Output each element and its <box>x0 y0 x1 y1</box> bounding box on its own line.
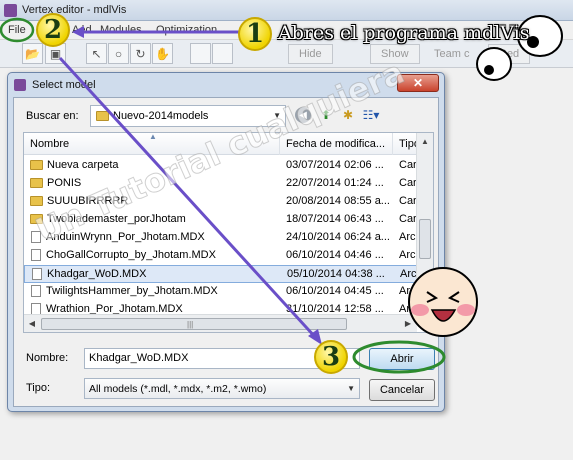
chevron-down-icon: ▼ <box>347 384 355 393</box>
file-list-row[interactable]: Khadgar_WoD.MDX 05/10/2014 04:38 ... Archi <box>24 265 424 283</box>
file-name-cell: TwilightsHammer_by_Jhotam.MDX <box>30 285 276 298</box>
file-name-text: Nueva carpeta <box>47 159 119 171</box>
open-button[interactable]: Abrir <box>369 348 435 370</box>
dialog-app-icon <box>14 79 26 91</box>
hand-pan-icon[interactable]: ✋ <box>152 43 173 64</box>
app-title-bar: Vertex editor - mdlVis <box>0 0 573 21</box>
folder-icon <box>30 196 43 207</box>
cancel-button[interactable]: Cancelar <box>369 379 435 401</box>
folder-icon <box>30 160 43 171</box>
dialog-title: Select model <box>32 79 96 91</box>
scroll-up-icon[interactable]: ▲ <box>417 133 433 150</box>
file-list-row[interactable]: ChoGallCorrupto_by_Jhotam.MDX 06/10/2014 … <box>24 247 423 265</box>
file-date-cell: 20/08/2014 08:55 a... <box>286 195 390 207</box>
file-name-text: PONIS <box>47 177 82 189</box>
horizontal-scroll-thumb[interactable]: ||| <box>41 318 347 330</box>
menu-edit[interactable]: Aéd <box>68 23 96 37</box>
app-title: Vertex editor - mdlVis <box>22 4 127 16</box>
column-header-name-label: Nombre <box>30 138 70 150</box>
horizontal-scrollbar[interactable]: ◀ ||| ▶ <box>24 314 417 332</box>
sort-ascending-icon: ▲ <box>149 132 157 141</box>
scroll-right-icon[interactable]: ▶ <box>400 315 416 332</box>
menu-modules[interactable]: Modules <box>96 23 146 37</box>
file-type-dropdown[interactable]: All models (*.mdl, *.mdx, *.m2, *.wmo) ▼ <box>84 378 360 399</box>
menu-optimization[interactable]: Optimization <box>152 23 221 37</box>
folder-icon <box>30 178 43 189</box>
look-in-value: Nuevo-2014models <box>113 110 209 122</box>
open-folder-icon[interactable]: 📂 <box>22 43 43 64</box>
file-name-cell: ChoGallCorrupto_by_Jhotam.MDX <box>30 249 276 262</box>
file-name-label: Nombre: <box>26 352 69 364</box>
view-menu-icon[interactable]: ☷▾ <box>361 105 381 125</box>
toolbar-button-blank[interactable] <box>212 43 233 64</box>
scroll-grip-icon: ||| <box>187 320 194 329</box>
file-name-text: Khadgar_WoD.MDX <box>47 268 147 280</box>
file-name-cell: Khadgar_WoD.MDX <box>31 268 277 281</box>
file-date-cell: 22/07/2014 01:24 ... <box>286 177 384 189</box>
vertical-scrollbar[interactable]: ▲ ▼ <box>416 133 433 315</box>
red-button[interactable]: Red <box>488 44 531 64</box>
look-in-label: Buscar en: <box>26 110 79 122</box>
hide-button[interactable]: Hide <box>288 44 333 64</box>
step-3-badge: 3 <box>314 340 348 374</box>
file-date-cell: 06/10/2014 04:46 ... <box>286 249 384 261</box>
select-model-dialog: Select model ✕ Buscar en: Nuevo-2014mode… <box>7 72 445 412</box>
file-icon <box>32 268 42 281</box>
file-date-cell: 03/07/2014 02:06 ... <box>286 159 384 171</box>
select-pointer-icon[interactable]: ↖ <box>86 43 107 64</box>
folder-icon <box>96 111 109 121</box>
rotate-icon[interactable]: ↻ <box>130 43 151 64</box>
file-date-cell: 06/10/2014 04:45 ... <box>286 285 384 297</box>
file-date-cell: 18/07/2014 06:43 ... <box>286 213 384 225</box>
step-1-badge: 1 <box>238 17 272 51</box>
vertical-scroll-thumb[interactable] <box>419 219 431 259</box>
scroll-down-icon[interactable]: ▼ <box>417 298 433 315</box>
step-2-badge: 2 <box>36 13 70 47</box>
step-1-caption: Abres el programa mdlVis <box>278 22 530 44</box>
circle-select-icon[interactable]: ○ <box>108 43 129 64</box>
file-list-row[interactable]: TwilightsHammer_by_Jhotam.MDX 06/10/2014 … <box>24 283 423 301</box>
file-date-cell: 24/10/2014 06:24 a... <box>286 231 390 243</box>
file-type-value: All models (*.mdl, *.mdx, *.m2, *.wmo) <box>89 383 267 395</box>
scroll-left-icon[interactable]: ◀ <box>24 315 40 332</box>
file-date-cell: 05/10/2014 04:38 ... <box>287 268 385 280</box>
app-icon <box>4 4 17 17</box>
toolbar-button-blank[interactable] <box>190 43 211 64</box>
file-type-label: Tipo: <box>26 382 51 394</box>
menu-file[interactable]: File <box>4 23 30 37</box>
file-name-text: ChoGallCorrupto_by_Jhotam.MDX <box>46 249 216 261</box>
file-icon <box>31 285 41 298</box>
file-icon <box>31 249 41 262</box>
team-color-label: Team c <box>434 48 470 60</box>
file-name-text: TwilightsHammer_by_Jhotam.MDX <box>46 285 218 297</box>
